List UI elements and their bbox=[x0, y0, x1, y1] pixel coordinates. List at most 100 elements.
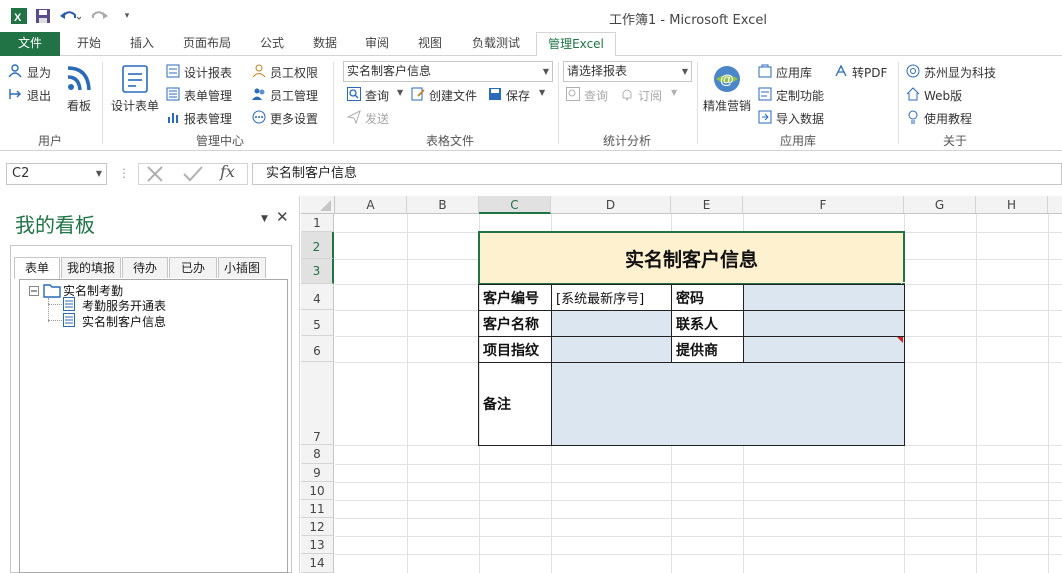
design-form-button[interactable]: 设计表单 bbox=[111, 97, 159, 114]
more-settings-button[interactable]: 更多设置 bbox=[270, 110, 318, 127]
stats-query-button[interactable]: 查询 bbox=[584, 87, 608, 104]
send-button[interactable]: 发送 bbox=[365, 110, 389, 127]
tab-formulas[interactable]: 公式 bbox=[253, 32, 291, 56]
resize-dots-icon[interactable]: ⋮ bbox=[118, 166, 130, 180]
save-icon[interactable] bbox=[32, 6, 54, 26]
form-select-combo[interactable]: 实名制客户信息 ▼ bbox=[343, 61, 553, 82]
pane-options-icon[interactable]: ▼ bbox=[261, 214, 268, 224]
column-header-a[interactable]: A bbox=[335, 196, 407, 214]
formula-input[interactable]: 实名制客户信息 bbox=[252, 163, 1062, 185]
pane-title: 我的看板 bbox=[15, 213, 95, 237]
quick-access-toolbar: X ▾ bbox=[8, 6, 138, 26]
customer-name-cell[interactable] bbox=[551, 310, 672, 337]
form-manage-button[interactable]: 表单管理 bbox=[184, 87, 232, 104]
column-header-h[interactable]: H bbox=[976, 196, 1048, 214]
web-version-link[interactable]: Web版 bbox=[924, 87, 962, 104]
chevron-down-icon[interactable]: ▼ bbox=[96, 164, 102, 184]
pane-tab-forms[interactable]: 表单 bbox=[14, 257, 60, 279]
employee-manage-icon bbox=[252, 87, 266, 101]
password-cell[interactable] bbox=[743, 284, 905, 311]
app-library-button[interactable]: 应用库 bbox=[776, 64, 812, 81]
cancel-icon[interactable] bbox=[145, 165, 165, 186]
row-header-5[interactable]: 5 bbox=[301, 310, 334, 336]
tab-data[interactable]: 数据 bbox=[306, 32, 344, 56]
row-header-14[interactable]: 14 bbox=[301, 554, 334, 573]
column-header-e[interactable]: E bbox=[671, 196, 743, 214]
tab-view[interactable]: 视图 bbox=[411, 32, 449, 56]
pane-tab-todo[interactable]: 待办 bbox=[122, 257, 168, 278]
name-box[interactable]: C2 ▼ bbox=[6, 163, 107, 185]
logout-button[interactable]: 退出 bbox=[27, 87, 51, 104]
tree-node-attendance-service[interactable]: 考勤服务开通表 bbox=[82, 297, 166, 314]
column-header-f[interactable]: F bbox=[743, 196, 904, 214]
report-manage-button[interactable]: 报表管理 bbox=[184, 110, 232, 127]
report-select-combo[interactable]: 请选择报表 ▼ bbox=[563, 61, 692, 82]
tab-manage-excel[interactable]: 管理Excel bbox=[536, 32, 616, 57]
label-project-fingerprint: 项目指纹 bbox=[478, 336, 552, 363]
tab-review[interactable]: 审阅 bbox=[358, 32, 396, 56]
create-file-button[interactable]: 创建文件 bbox=[429, 87, 477, 104]
to-pdf-button[interactable]: 转PDF bbox=[852, 64, 887, 81]
marketing-button[interactable]: 精准营销 bbox=[703, 97, 751, 114]
row-header-12[interactable]: 12 bbox=[301, 518, 334, 536]
custom-function-icon bbox=[758, 87, 772, 101]
row-header-11[interactable]: 11 bbox=[301, 500, 334, 518]
tab-file[interactable]: 文件 bbox=[0, 32, 60, 56]
worksheet-grid[interactable]: A B C D E F G H 1 2 3 4 5 6 7 8 9 10 11 … bbox=[301, 196, 1062, 573]
row-header-8[interactable]: 8 bbox=[301, 445, 334, 464]
employee-permission-button[interactable]: 员工权限 bbox=[270, 64, 318, 81]
customize-qat-icon[interactable]: ▾ bbox=[116, 6, 138, 26]
row-header-10[interactable]: 10 bbox=[301, 482, 334, 500]
row-header-9[interactable]: 9 bbox=[301, 464, 334, 482]
save-file-button[interactable]: 保存 bbox=[506, 87, 530, 104]
row-header-3[interactable]: 3 bbox=[301, 259, 334, 284]
pane-tab-done[interactable]: 已办 bbox=[169, 257, 217, 278]
tab-home[interactable]: 开始 bbox=[70, 32, 108, 56]
row-header-4[interactable]: 4 bbox=[301, 284, 334, 310]
custom-function-button[interactable]: 定制功能 bbox=[776, 87, 824, 104]
redo-icon[interactable] bbox=[86, 6, 114, 26]
form-title-cell[interactable]: 实名制客户信息 bbox=[478, 231, 905, 285]
query-button[interactable]: 查询 bbox=[365, 87, 389, 104]
project-fingerprint-cell[interactable] bbox=[551, 336, 672, 363]
row-header-6[interactable]: 6 bbox=[301, 336, 334, 362]
row-header-7[interactable]: 7 bbox=[301, 362, 334, 445]
supplier-cell[interactable] bbox=[743, 336, 905, 363]
board-button[interactable]: 看板 bbox=[67, 97, 91, 114]
subscribe-dropdown-icon[interactable]: ▼ bbox=[671, 88, 677, 97]
group-label-stats: 统计分析 bbox=[602, 134, 651, 148]
column-header-b[interactable]: B bbox=[407, 196, 479, 214]
group-separator bbox=[333, 62, 334, 144]
undo-icon[interactable] bbox=[56, 6, 84, 26]
import-data-button[interactable]: 导入数据 bbox=[776, 110, 824, 127]
tab-load-test[interactable]: 负载测试 bbox=[465, 32, 527, 56]
insert-function-icon[interactable]: fx bbox=[220, 162, 235, 181]
employee-manage-button[interactable]: 员工管理 bbox=[270, 87, 318, 104]
column-header-g[interactable]: G bbox=[904, 196, 976, 214]
row-header-1[interactable]: 1 bbox=[301, 214, 334, 232]
pane-tab-widgets[interactable]: 小插图 bbox=[218, 257, 266, 278]
subscribe-button[interactable]: 订阅 bbox=[638, 87, 662, 104]
column-header-c[interactable]: C bbox=[479, 196, 551, 214]
design-report-button[interactable]: 设计报表 bbox=[184, 64, 232, 81]
confirm-icon[interactable] bbox=[182, 165, 204, 186]
tree-node-customer-info[interactable]: 实名制客户信息 bbox=[82, 313, 166, 330]
save-dropdown-icon[interactable]: ▼ bbox=[539, 88, 545, 97]
pane-tab-my-submissions[interactable]: 我的填报 bbox=[61, 257, 121, 278]
show-button[interactable]: 显为 bbox=[27, 64, 51, 81]
close-icon[interactable]: ✕ bbox=[276, 208, 289, 226]
company-link[interactable]: 苏州显为科技 bbox=[924, 64, 996, 81]
comment-indicator[interactable] bbox=[897, 337, 903, 343]
tab-insert[interactable]: 插入 bbox=[123, 32, 161, 56]
tree-collapse-icon[interactable] bbox=[29, 285, 39, 299]
query-dropdown-icon[interactable]: ▼ bbox=[397, 88, 403, 97]
row-header-2[interactable]: 2 bbox=[301, 232, 334, 259]
row-header-13[interactable]: 13 bbox=[301, 536, 334, 554]
column-header-d[interactable]: D bbox=[551, 196, 671, 214]
remark-cell[interactable] bbox=[551, 362, 905, 446]
tab-page-layout[interactable]: 页面布局 bbox=[176, 32, 238, 56]
tutorial-link[interactable]: 使用教程 bbox=[924, 110, 972, 127]
customer-no-cell[interactable]: [系统最新序号] bbox=[551, 284, 672, 311]
select-all-corner[interactable] bbox=[301, 196, 335, 214]
contact-cell[interactable] bbox=[743, 310, 905, 337]
